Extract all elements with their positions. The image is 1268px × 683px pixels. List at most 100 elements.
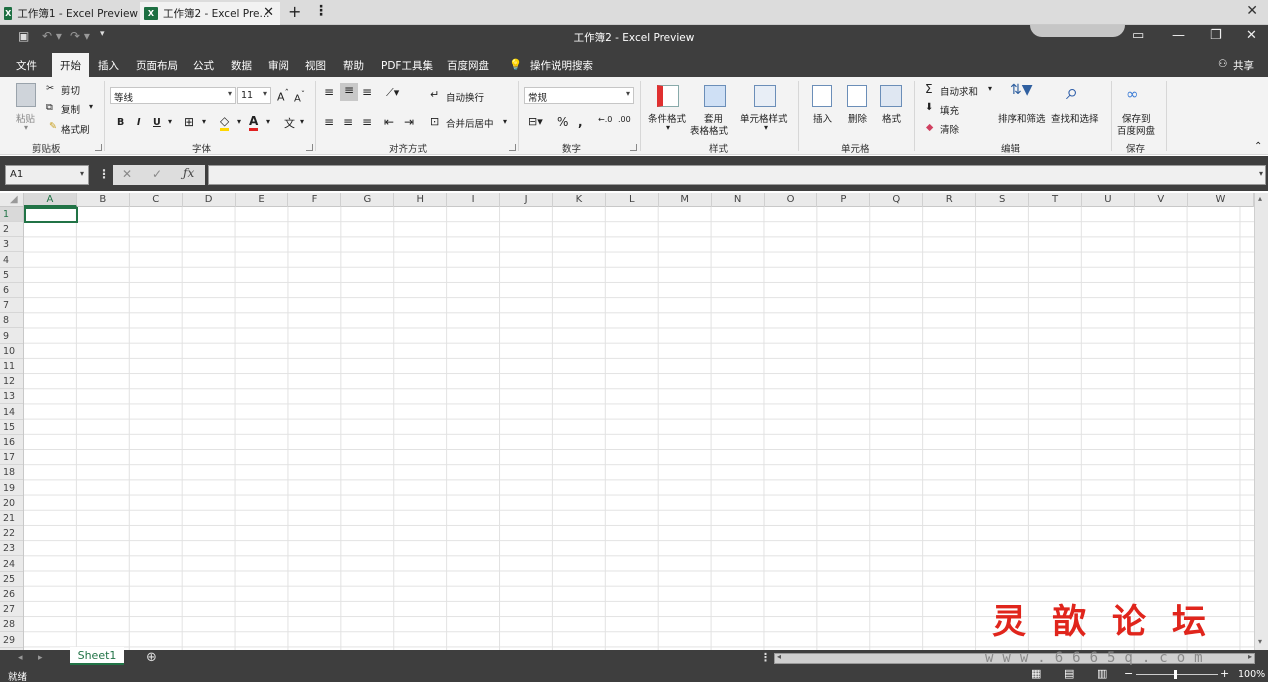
tell-me-search[interactable]: 操作说明搜索: [530, 58, 593, 73]
align-bottom-icon[interactable]: ≡: [362, 85, 372, 99]
formula-bar-handle-icon[interactable]: ⋮: [98, 167, 110, 181]
column-header[interactable]: J: [500, 193, 553, 207]
sheet-tab[interactable]: Sheet1: [70, 647, 124, 665]
phonetic-dropdown-icon[interactable]: ▾: [300, 117, 304, 126]
cancel-icon[interactable]: ✕: [122, 167, 132, 181]
column-header[interactable]: L: [606, 193, 659, 207]
row-header[interactable]: 20: [0, 496, 23, 511]
name-box[interactable]: A1 ▾: [5, 165, 89, 185]
row-header[interactable]: 14: [0, 405, 23, 420]
formula-input[interactable]: ▾: [208, 165, 1266, 185]
format-cells-button[interactable]: 格式: [882, 111, 901, 125]
row-header[interactable]: 18: [0, 465, 23, 481]
row-header[interactable]: 29: [0, 633, 23, 648]
phonetic-icon[interactable]: 文: [284, 115, 295, 131]
sort-filter-icon[interactable]: ⇅▼: [1010, 82, 1033, 98]
scroll-right-icon[interactable]: ▸: [1248, 652, 1252, 661]
column-header[interactable]: G: [341, 193, 395, 207]
scroll-left-icon[interactable]: ◂: [777, 652, 781, 661]
column-header[interactable]: Q: [870, 193, 924, 207]
bold-icon[interactable]: B: [117, 117, 124, 128]
zoom-level[interactable]: 100%: [1238, 669, 1265, 680]
column-header[interactable]: B: [77, 193, 130, 207]
font-color-icon[interactable]: A: [249, 114, 259, 131]
column-header[interactable]: N: [712, 193, 765, 207]
column-header[interactable]: F: [289, 193, 342, 207]
align-center-icon[interactable]: ≡: [343, 115, 353, 129]
cut-icon[interactable]: ✂: [46, 83, 54, 94]
format-cells-icon[interactable]: [880, 85, 902, 107]
increase-indent-icon[interactable]: ⇥: [404, 115, 414, 129]
fill-button[interactable]: 填充: [940, 103, 959, 117]
format-as-table-icon[interactable]: [704, 85, 726, 107]
tab-review[interactable]: 审阅: [268, 58, 289, 73]
row-header[interactable]: 5: [0, 268, 23, 283]
row-header[interactable]: 15: [0, 420, 23, 435]
row-header[interactable]: 25: [0, 572, 23, 587]
row-header[interactable]: 22: [0, 526, 23, 542]
row-header[interactable]: 21: [0, 511, 23, 526]
conditional-dropdown-icon[interactable]: ▾: [666, 123, 670, 132]
comma-icon[interactable]: ,: [578, 115, 583, 129]
decrease-decimal-icon[interactable]: .00: [618, 115, 631, 124]
column-header[interactable]: U: [1082, 193, 1135, 207]
autosum-icon[interactable]: Σ: [925, 82, 933, 96]
column-header[interactable]: D: [183, 193, 236, 207]
close-icon[interactable]: ✕: [1246, 28, 1257, 43]
underline-icon[interactable]: U: [153, 117, 161, 128]
fill-dropdown-icon[interactable]: ▾: [237, 117, 241, 126]
vertical-scrollbar[interactable]: ▴ ▾: [1254, 193, 1268, 650]
tab-home[interactable]: 开始: [52, 53, 89, 77]
column-header[interactable]: I: [447, 193, 501, 207]
row-header[interactable]: 2: [0, 222, 23, 238]
italic-icon[interactable]: I: [137, 117, 141, 128]
merge-center-icon[interactable]: ⊡: [430, 115, 439, 128]
row-header[interactable]: 28: [0, 617, 23, 633]
percent-icon[interactable]: %: [557, 115, 568, 129]
column-header[interactable]: P: [818, 193, 871, 207]
conditional-format-icon[interactable]: [657, 85, 679, 107]
zoom-slider-thumb[interactable]: [1174, 670, 1177, 679]
tab-workbook2[interactable]: X 工作簿2 - Excel Pre... ✕: [140, 2, 280, 25]
tab-formulas[interactable]: 公式: [193, 58, 214, 73]
new-tab-button[interactable]: +: [288, 2, 301, 22]
font-name-select[interactable]: 等线 ▾: [110, 87, 236, 104]
column-header[interactable]: T: [1029, 193, 1082, 207]
row-header[interactable]: 12: [0, 374, 23, 390]
align-middle-icon[interactable]: ≡: [340, 83, 358, 101]
paste-icon[interactable]: [16, 83, 36, 107]
prev-sheet-icon[interactable]: ◂: [18, 653, 23, 663]
enter-icon[interactable]: ✓: [152, 167, 162, 181]
zoom-slider[interactable]: [1136, 674, 1218, 675]
column-header[interactable]: W: [1188, 193, 1254, 207]
row-header[interactable]: 7: [0, 298, 23, 314]
clear-icon[interactable]: ◆: [926, 122, 933, 133]
row-header[interactable]: 26: [0, 587, 23, 602]
row-header[interactable]: 24: [0, 557, 23, 572]
row-header[interactable]: 23: [0, 541, 23, 557]
row-header[interactable]: 13: [0, 389, 23, 405]
column-header[interactable]: C: [130, 193, 183, 207]
tab-menu-icon[interactable]: ⋮: [314, 4, 328, 18]
page-break-view-icon[interactable]: ▥: [1097, 667, 1107, 680]
border-icon[interactable]: ⊞: [184, 115, 194, 129]
close-tab-icon[interactable]: ✕: [263, 5, 274, 20]
delete-cells-icon[interactable]: [847, 85, 867, 107]
row-header[interactable]: 4: [0, 253, 23, 268]
collapse-ribbon-icon[interactable]: ⌃: [1254, 141, 1262, 152]
font-launcher-icon[interactable]: [306, 144, 313, 151]
page-layout-view-icon[interactable]: ▤: [1064, 667, 1074, 680]
orientation-icon[interactable]: ⟋▾: [386, 86, 399, 100]
ribbon-display-icon[interactable]: ▭: [1132, 28, 1144, 43]
tab-help[interactable]: 帮助: [343, 58, 364, 73]
row-header[interactable]: 16: [0, 435, 23, 450]
find-select-button[interactable]: 查找和选择: [1051, 111, 1099, 125]
column-header[interactable]: E: [236, 193, 289, 207]
copy-dropdown-icon[interactable]: ▾: [89, 102, 93, 111]
merge-center-button[interactable]: 合并后居中: [446, 116, 494, 130]
tab-data[interactable]: 数据: [231, 58, 252, 73]
autosum-dropdown-icon[interactable]: ▾: [988, 84, 992, 93]
cell-styles-dropdown-icon[interactable]: ▾: [764, 123, 768, 132]
row-header[interactable]: 3: [0, 237, 23, 253]
column-header[interactable]: S: [976, 193, 1030, 207]
